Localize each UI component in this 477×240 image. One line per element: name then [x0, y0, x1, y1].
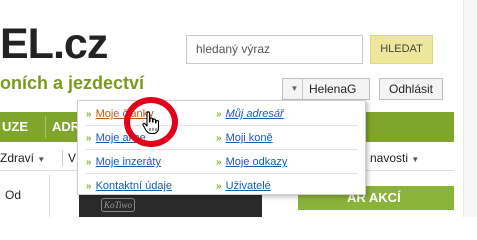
- double-chevron-icon: »: [216, 133, 222, 144]
- double-chevron-icon: »: [216, 157, 222, 168]
- nav-divider: [45, 116, 46, 138]
- menu-link-moje-odkazy[interactable]: » Moje odkazy: [216, 155, 287, 170]
- menu-link-label: Kontaktní údaje: [95, 180, 173, 192]
- search-button[interactable]: HLEDAT: [370, 35, 433, 64]
- menu-link-moji-kone[interactable]: » Moji koně: [216, 131, 273, 146]
- menu-link-uzivatele[interactable]: » Uživatelé: [216, 179, 271, 194]
- nav-item-adr[interactable]: ADR: [52, 112, 80, 142]
- subnav-item-v[interactable]: V: [68, 145, 76, 171]
- logout-button[interactable]: Odhlásit: [379, 78, 443, 100]
- double-chevron-icon: »: [86, 157, 92, 168]
- menu-link-label: Moje inzeráty: [95, 156, 161, 168]
- menu-link-label: Můj adresář: [225, 108, 284, 120]
- hand-pointer-icon: [142, 111, 160, 135]
- article-image[interactable]: KoTiwo: [79, 195, 262, 217]
- menu-link-label: Uživatelé: [225, 180, 271, 192]
- double-chevron-icon: »: [216, 109, 222, 120]
- chevron-down-icon: ▼: [37, 155, 46, 164]
- subnav-separator: [62, 150, 63, 166]
- search-input[interactable]: hledaný výraz: [186, 35, 363, 64]
- site-tagline: oních a jezdectví: [0, 73, 145, 93]
- image-sign-text: KoTiwo: [101, 198, 135, 212]
- username: HelenaG: [309, 82, 357, 96]
- menu-link-label: Moje odkazy: [225, 156, 288, 168]
- double-chevron-icon: »: [86, 181, 92, 192]
- double-chevron-icon: »: [216, 181, 222, 192]
- menu-link-label: Moji koně: [225, 132, 273, 144]
- menu-row-divider: [86, 173, 358, 174]
- main-nav-bar-right: [366, 112, 454, 142]
- menu-link-kontaktni-udaje[interactable]: » Kontaktní údaje: [86, 179, 172, 194]
- dropdown-arrow-icon[interactable]: ▼: [287, 79, 303, 99]
- user-dropdown-menu: » Moje články » Moje akce » Moje inzeráty »…: [77, 100, 366, 195]
- menu-link-moje-inzeraty[interactable]: » Moje inzeráty: [86, 155, 161, 170]
- left-column-text: Od: [5, 188, 22, 202]
- subnav-item-zdravi[interactable]: Zdraví ▼: [0, 145, 45, 171]
- user-menu-toggle[interactable]: ▼ HelenaG: [282, 78, 370, 100]
- page-scroll-edge: [463, 0, 477, 217]
- logo-main: EL: [0, 20, 54, 68]
- chevron-down-icon: ▼: [411, 155, 420, 164]
- menu-row-divider: [86, 149, 358, 150]
- nav-item-uze[interactable]: UZE: [2, 112, 28, 142]
- double-chevron-icon: »: [86, 133, 92, 144]
- double-chevron-icon: »: [86, 109, 92, 120]
- menu-link-muj-adresar[interactable]: » Můj adresář: [216, 107, 284, 122]
- logo-tld: .cz: [52, 20, 108, 68]
- site-logo[interactable]: EL.cz: [0, 20, 108, 68]
- subnav-item-label: navosti: [370, 151, 409, 165]
- subnav-item-novinky[interactable]: navosti ▼: [370, 145, 419, 171]
- subnav-item-label: Zdraví: [0, 151, 35, 165]
